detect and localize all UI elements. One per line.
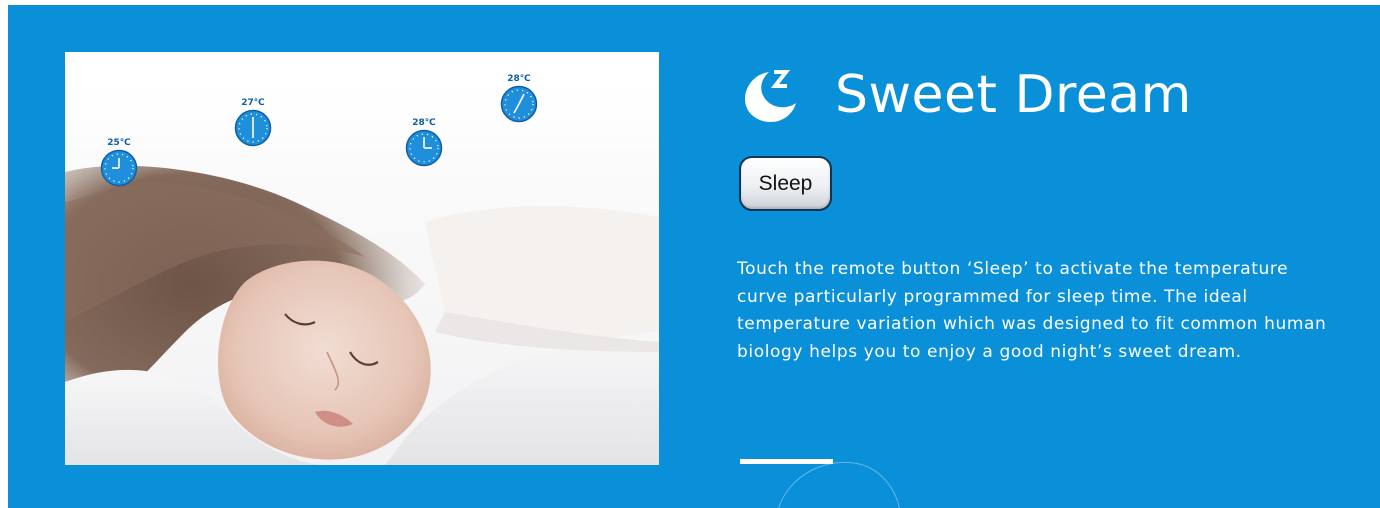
sleeping-woman-photo: 25℃ 27℃ 28℃ 28℃ <box>65 52 659 465</box>
moon-sleep-icon <box>745 70 796 122</box>
clock-temp-label: 28℃ <box>412 118 436 128</box>
clock-marker-27c: 27℃ <box>231 97 275 147</box>
clock-icon <box>405 129 443 167</box>
clock-marker-28c-b: 28℃ <box>497 73 541 123</box>
clock-icon <box>234 109 272 147</box>
feature-title: Sweet Dream <box>835 65 1192 125</box>
decorative-arc <box>778 461 901 508</box>
clock-icon <box>500 85 538 123</box>
clock-marker-25c: 25℃ <box>97 137 141 187</box>
feature-description: Touch the remote button ‘Sleep’ to activ… <box>737 259 1327 362</box>
clock-icon <box>100 149 138 187</box>
feature-panel: 25℃ 27℃ 28℃ 28℃ Sweet Dream Sleep Touch … <box>8 5 1380 508</box>
feature-header: Sweet Dream <box>741 55 1192 135</box>
sleep-button[interactable]: Sleep <box>739 156 832 211</box>
clock-temp-label: 25℃ <box>107 138 131 148</box>
clock-temp-label: 28℃ <box>507 74 531 84</box>
clock-temp-label: 27℃ <box>241 98 265 108</box>
clock-marker-28c-a: 28℃ <box>402 117 446 167</box>
